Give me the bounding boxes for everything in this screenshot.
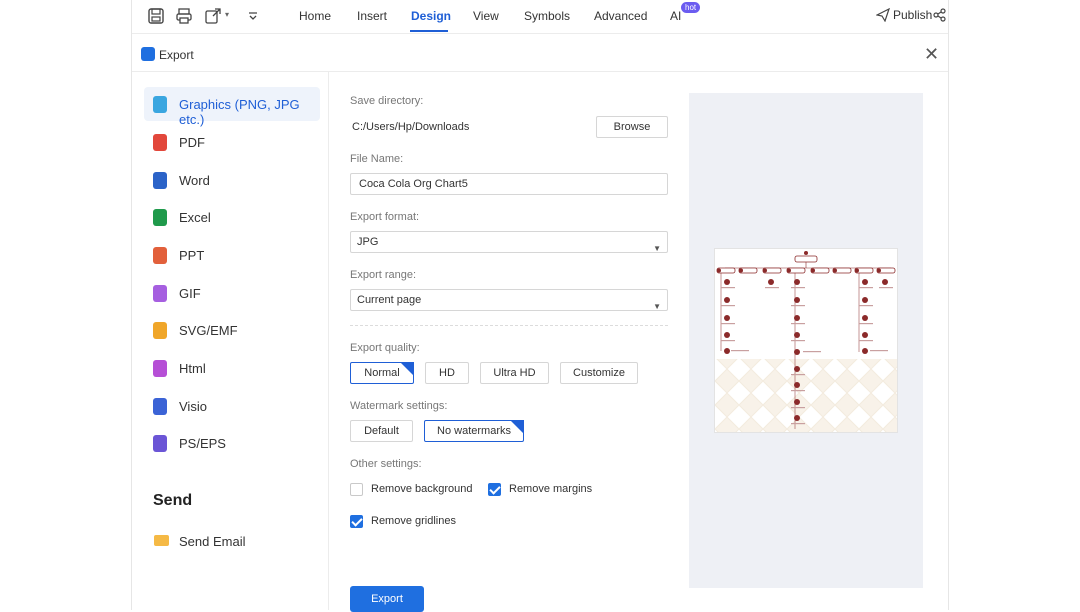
- format-label: Html: [179, 361, 206, 376]
- visio-file-icon: [153, 398, 167, 415]
- format-ps-eps[interactable]: PS/EPS: [144, 426, 320, 460]
- svg-file-icon: [153, 322, 167, 339]
- close-icon[interactable]: ✕: [924, 44, 939, 65]
- hot-badge: hot: [681, 2, 701, 13]
- publish-icon[interactable]: [876, 8, 890, 22]
- file-name-input[interactable]: [350, 173, 668, 195]
- format-label: Word: [179, 173, 210, 188]
- watermark-default-option[interactable]: Default: [350, 420, 413, 442]
- format-gif[interactable]: GIF: [144, 276, 320, 310]
- remove-gridlines-checkbox[interactable]: Remove gridlines: [350, 514, 470, 530]
- export-quality-label: Export quality:: [350, 342, 420, 354]
- preview-panel: [689, 93, 923, 588]
- format-label: PDF: [179, 135, 205, 150]
- gif-file-icon: [153, 285, 167, 302]
- org-chart-preview-image: [715, 251, 897, 432]
- more-options-icon[interactable]: [244, 7, 262, 25]
- preview-thumbnail: [714, 248, 898, 433]
- export-button[interactable]: Export: [350, 586, 424, 612]
- export-share-icon[interactable]: [204, 7, 222, 25]
- checkbox-box: [350, 483, 363, 496]
- export-format-select[interactable]: JPG ▼: [350, 231, 668, 253]
- ppt-file-icon: [153, 247, 167, 264]
- excel-file-icon: [153, 209, 167, 226]
- dropdown-caret-icon: ▼: [653, 302, 661, 311]
- export-settings-form: Save directory: C:/Users/Hp/Downloads Br…: [350, 72, 670, 612]
- format-visio[interactable]: Visio: [144, 389, 320, 423]
- format-label: PS/EPS: [179, 436, 226, 451]
- browse-button[interactable]: Browse: [596, 116, 668, 138]
- remove-background-label: Remove background: [371, 483, 473, 495]
- mail-icon: [154, 535, 169, 546]
- checkbox-checked-icon: [350, 515, 363, 528]
- remove-gridlines-label: Remove gridlines: [371, 515, 456, 527]
- ps-file-icon: [153, 435, 167, 452]
- word-file-icon: [153, 172, 167, 189]
- checkbox-checked-icon: [488, 483, 501, 496]
- format-list: Graphics (PNG, JPG etc.) PDF Word Excel …: [132, 72, 329, 610]
- menu-view[interactable]: View: [473, 9, 499, 23]
- section-divider: [350, 325, 668, 326]
- app-window: ▾ Home Insert Design View Symbols Advanc…: [131, 0, 949, 612]
- watermark-settings-label: Watermark settings:: [350, 400, 448, 412]
- format-label: PPT: [179, 248, 205, 263]
- quality-customize-option[interactable]: Customize: [560, 362, 638, 384]
- remove-margins-label: Remove margins: [509, 483, 593, 495]
- menu-ai[interactable]: AI: [670, 9, 681, 23]
- format-word[interactable]: Word: [144, 163, 320, 197]
- chevron-down-icon[interactable]: ▾: [225, 10, 229, 19]
- format-graphics[interactable]: Graphics (PNG, JPG etc.): [144, 87, 320, 127]
- file-name-label: File Name:: [350, 153, 404, 165]
- quality-hd-option[interactable]: HD: [425, 362, 469, 384]
- print-icon[interactable]: [175, 7, 193, 25]
- export-range-label: Export range:: [350, 269, 417, 281]
- format-label: Excel: [179, 210, 211, 225]
- quality-ultra-hd-option[interactable]: Ultra HD: [480, 362, 549, 384]
- export-format-value: JPG: [357, 236, 379, 248]
- menu-symbols[interactable]: Symbols: [524, 9, 570, 23]
- watermark-none-option[interactable]: No watermarks: [424, 420, 524, 442]
- format-ppt[interactable]: PPT: [144, 238, 320, 272]
- format-label: Graphics (PNG, JPG etc.): [179, 97, 300, 127]
- save-directory-path: C:/Users/Hp/Downloads: [352, 121, 470, 133]
- dialog-header: Export ✕: [132, 38, 948, 72]
- menu-design[interactable]: Design: [411, 9, 451, 23]
- save-directory-label: Save directory:: [350, 95, 424, 107]
- remove-background-checkbox[interactable]: Remove background: [350, 482, 480, 498]
- quality-normal-option[interactable]: Normal: [350, 362, 414, 384]
- menu-insert[interactable]: Insert: [357, 9, 387, 23]
- remove-margins-checkbox[interactable]: Remove margins: [488, 482, 608, 498]
- send-heading: Send: [153, 492, 193, 509]
- format-html[interactable]: Html: [144, 351, 320, 385]
- menu-home[interactable]: Home: [299, 9, 331, 23]
- share-icon[interactable]: [933, 8, 947, 22]
- format-svg-emf[interactable]: SVG/EMF: [144, 313, 320, 347]
- format-label: SVG/EMF: [179, 323, 238, 338]
- dialog-title: Export: [159, 48, 194, 62]
- save-icon[interactable]: [147, 7, 165, 25]
- app-logo-icon: [141, 47, 155, 61]
- image-file-icon: [153, 96, 167, 113]
- send-email-label: Send Email: [179, 534, 246, 549]
- format-pdf[interactable]: PDF: [144, 125, 320, 159]
- send-email-item[interactable]: Send Email: [144, 527, 320, 555]
- active-menu-indicator: [410, 30, 448, 32]
- format-label: Visio: [179, 399, 207, 414]
- export-range-select[interactable]: Current page ▼: [350, 289, 668, 311]
- format-label: GIF: [179, 286, 201, 301]
- top-toolbar: ▾ Home Insert Design View Symbols Advanc…: [132, 0, 948, 34]
- other-settings-label: Other settings:: [350, 458, 422, 470]
- menu-advanced[interactable]: Advanced: [594, 9, 647, 23]
- export-range-value: Current page: [357, 294, 422, 306]
- dropdown-caret-icon: ▼: [653, 244, 661, 253]
- export-format-label: Export format:: [350, 211, 420, 223]
- publish-button[interactable]: Publish: [893, 8, 932, 22]
- format-excel[interactable]: Excel: [144, 200, 320, 234]
- pdf-file-icon: [153, 134, 167, 151]
- html-file-icon: [153, 360, 167, 377]
